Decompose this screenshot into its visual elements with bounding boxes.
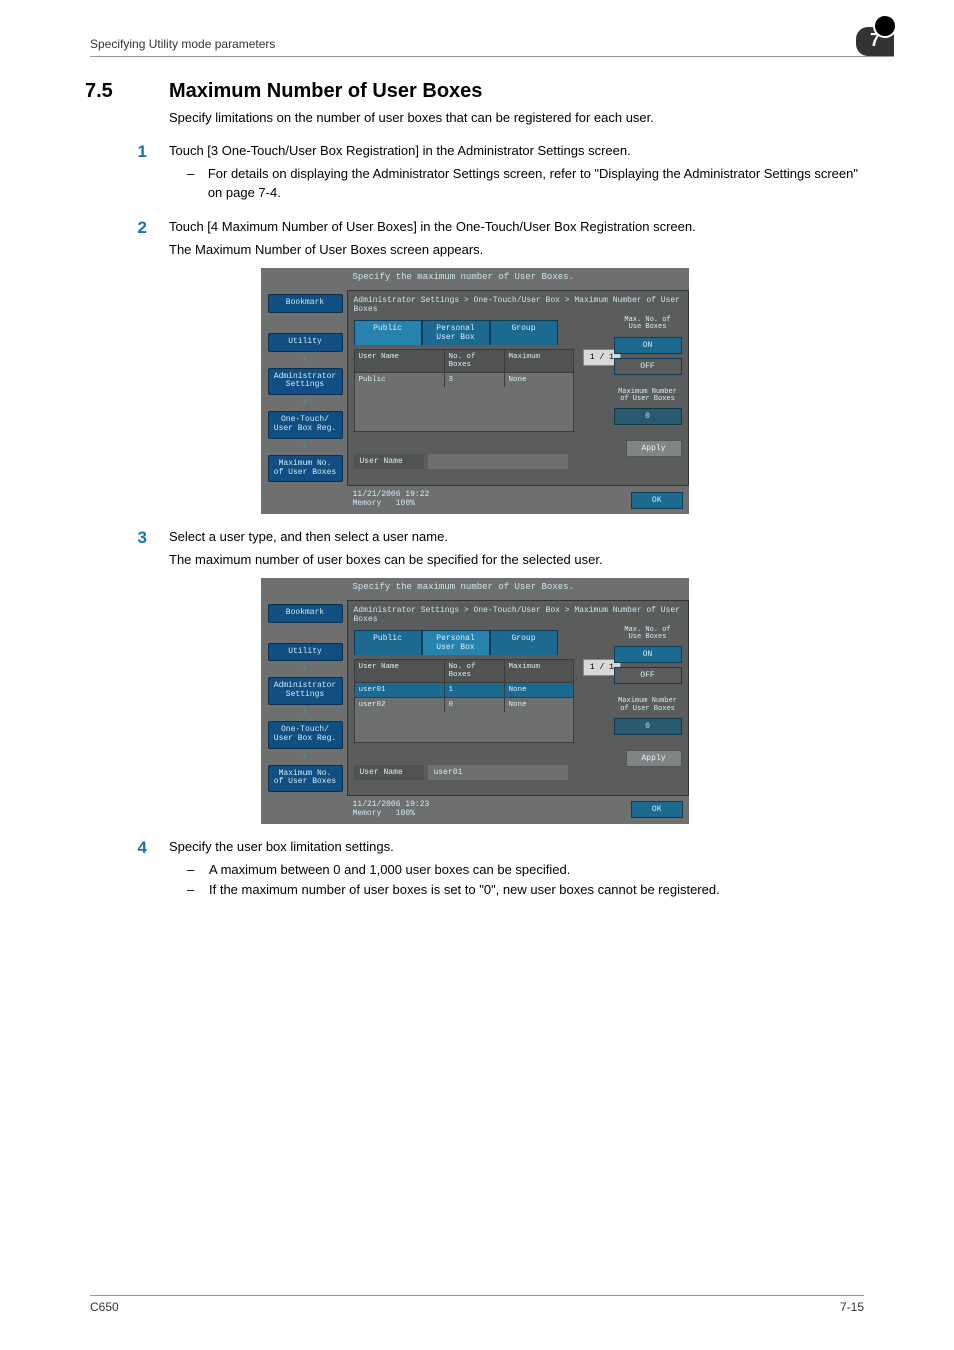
step-number: 1 (85, 142, 147, 162)
right-panel: Max. No. of Use Boxes ON OFF Maximum Num… (614, 317, 682, 425)
step-text: Specify the user box limitation settings… (169, 838, 864, 857)
arrow-down-icon: ↓ (268, 707, 343, 716)
step-1: 1 Touch [3 One-Touch/User Box Registrati… (85, 142, 864, 205)
footer-status: 11/21/2006 19:23 Memory 100% (353, 801, 430, 819)
screen-main: Administrator Settings > One-Touch/User … (347, 600, 689, 796)
user-table: User Name No. of Boxes Maximum Public 3 … (354, 349, 574, 432)
arrow-down-icon: ↓ (268, 354, 343, 363)
off-button[interactable]: OFF (614, 358, 682, 375)
apply-button[interactable]: Apply (626, 750, 682, 767)
onetouch-button[interactable]: One-Touch/ User Box Reg. (268, 411, 343, 439)
utility-button[interactable]: Utility (268, 333, 343, 352)
header-dot-icon (873, 14, 897, 38)
screen-title: Specify the maximum number of User Boxes… (261, 268, 689, 290)
step-number: 4 (85, 838, 147, 858)
footer-left: C650 (90, 1300, 119, 1314)
table-row[interactable]: user02 0 None (355, 697, 573, 712)
tab-personal[interactable]: Personal User Box (422, 630, 490, 655)
ok-button[interactable]: OK (631, 492, 683, 509)
dash-icon: – (187, 861, 199, 880)
right-panel: Max. No. of Use Boxes ON OFF Maximum Num… (614, 627, 682, 735)
step-after: The maximum number of user boxes can be … (169, 551, 864, 570)
max-use-boxes-label: Max. No. of Use Boxes (614, 317, 682, 332)
max-use-boxes-label: Max. No. of Use Boxes (614, 627, 682, 642)
dash-icon: – (187, 165, 198, 203)
section-number: 7.5 (85, 80, 147, 103)
col-maximum: Maximum (505, 660, 565, 682)
utility-button[interactable]: Utility (268, 643, 343, 662)
page-header: Specifying Utility mode parameters 7 (90, 30, 894, 57)
username-field-label: User Name (354, 454, 424, 469)
on-button[interactable]: ON (614, 646, 682, 663)
footer-status: 11/21/2006 19:22 Memory 100% (353, 491, 430, 509)
max-num-input[interactable]: 0 (614, 408, 682, 425)
col-boxes: No. of Boxes (445, 660, 505, 682)
max-num-label: Maximum Number of User Boxes (614, 698, 682, 713)
tab-public[interactable]: Public (354, 630, 422, 655)
maxno-button[interactable]: Maximum No. of User Boxes (268, 765, 343, 793)
username-field-value (428, 454, 568, 469)
screen-main: Administrator Settings > One-Touch/User … (347, 290, 689, 486)
sub-text: For details on displaying the Administra… (208, 165, 864, 203)
tab-public[interactable]: Public (354, 320, 422, 345)
bookmark-button[interactable]: Bookmark (268, 604, 343, 623)
step-sub-item: – A maximum between 0 and 1,000 user box… (187, 861, 864, 880)
onetouch-button[interactable]: One-Touch/ User Box Reg. (268, 721, 343, 749)
section-heading: 7.5 Maximum Number of User Boxes (85, 80, 864, 103)
table-row[interactable]: Public 3 None (355, 372, 573, 387)
username-field-value: user01 (428, 765, 568, 780)
step-number: 3 (85, 528, 147, 548)
admin-settings-button[interactable]: Administrator Settings (268, 368, 343, 396)
col-username: User Name (355, 660, 445, 682)
screen-sidebar: Bookmark Utility ↓ Administrator Setting… (261, 290, 347, 486)
maxno-button[interactable]: Maximum No. of User Boxes (268, 455, 343, 483)
max-num-label: Maximum Number of User Boxes (614, 389, 682, 404)
arrow-down-icon: ↓ (268, 397, 343, 406)
username-field-label: User Name (354, 765, 424, 780)
sub-text: A maximum between 0 and 1,000 user boxes… (209, 861, 570, 880)
page-footer: C650 7-15 (90, 1295, 864, 1314)
arrow-down-icon: ↓ (268, 441, 343, 450)
admin-settings-button[interactable]: Administrator Settings (268, 677, 343, 705)
on-button[interactable]: ON (614, 337, 682, 354)
step-text: Select a user type, and then select a us… (169, 528, 864, 547)
step-2: 2 Touch [4 Maximum Number of User Boxes]… (85, 218, 864, 260)
section-intro: Specify limitations on the number of use… (169, 109, 864, 128)
sub-text: If the maximum number of user boxes is s… (209, 881, 720, 900)
breadcrumb: Administrator Settings > One-Touch/User … (354, 606, 682, 624)
screenshot-2: Specify the maximum number of User Boxes… (261, 578, 689, 824)
screenshot-1: Specify the maximum number of User Boxes… (261, 268, 689, 514)
screen-title: Specify the maximum number of User Boxes… (261, 578, 689, 600)
step-text: Touch [3 One-Touch/User Box Registration… (169, 142, 864, 161)
footer-right: 7-15 (840, 1300, 864, 1314)
col-maximum: Maximum (505, 350, 565, 372)
ok-button[interactable]: OK (631, 801, 683, 818)
tab-group[interactable]: Group (490, 630, 558, 655)
step-after: The Maximum Number of User Boxes screen … (169, 241, 864, 260)
header-text: Specifying Utility mode parameters (90, 37, 275, 51)
step-sub-item: – If the maximum number of user boxes is… (187, 881, 864, 900)
screen-sidebar: Bookmark Utility ↓ Administrator Setting… (261, 600, 347, 796)
step-3: 3 Select a user type, and then select a … (85, 528, 864, 570)
off-button[interactable]: OFF (614, 667, 682, 684)
col-username: User Name (355, 350, 445, 372)
table-row[interactable]: user01 1 None (355, 682, 573, 697)
step-sub-item: – For details on displaying the Administ… (187, 165, 864, 203)
col-boxes: No. of Boxes (445, 350, 505, 372)
user-table: User Name No. of Boxes Maximum user01 1 … (354, 659, 574, 743)
step-number: 2 (85, 218, 147, 238)
tab-group[interactable]: Group (490, 320, 558, 345)
dash-icon: – (187, 881, 199, 900)
arrow-down-icon: ↓ (268, 663, 343, 672)
step-4: 4 Specify the user box limitation settin… (85, 838, 864, 903)
section-title: Maximum Number of User Boxes (169, 80, 482, 103)
breadcrumb: Administrator Settings > One-Touch/User … (354, 296, 682, 314)
arrow-down-icon: ↓ (268, 751, 343, 760)
tab-personal[interactable]: Personal User Box (422, 320, 490, 345)
bookmark-button[interactable]: Bookmark (268, 294, 343, 313)
step-text: Touch [4 Maximum Number of User Boxes] i… (169, 218, 864, 237)
max-num-input[interactable]: 0 (614, 718, 682, 735)
apply-button[interactable]: Apply (626, 440, 682, 457)
